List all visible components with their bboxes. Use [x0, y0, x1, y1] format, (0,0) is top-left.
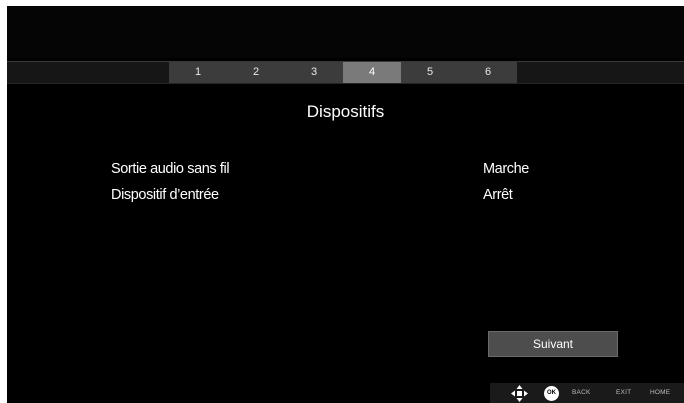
exit-label: EXIT [616, 389, 632, 396]
back-label: BACK [572, 389, 591, 396]
step-bar: 1 2 3 4 5 6 [7, 61, 684, 84]
remote-key-hints: OK BACK EXIT HOME [490, 383, 684, 403]
next-button[interactable]: Suivant [488, 331, 618, 357]
page-title: Dispositifs [306, 102, 385, 121]
setting-value[interactable]: Marche [483, 161, 529, 177]
step-6: 6 [459, 62, 517, 83]
step-2: 2 [227, 62, 285, 83]
ok-button-icon: OK [544, 386, 559, 401]
step-4: 4 [343, 62, 401, 83]
home-label: HOME [650, 389, 671, 396]
dpad-arrows-icon [511, 385, 528, 402]
tv-screen: 1 2 3 4 5 6 Dispositifs Sortie audio san… [7, 6, 684, 403]
step-3: 3 [285, 62, 343, 83]
setting-value[interactable]: Arrêt [483, 187, 513, 203]
step-indicators: 1 2 3 4 5 6 [169, 62, 517, 83]
setting-label: Dispositif d’entrée [111, 187, 219, 203]
top-band [7, 6, 684, 58]
setting-label: Sortie audio sans fil [111, 161, 230, 177]
step-1: 1 [169, 62, 227, 83]
step-5: 5 [401, 62, 459, 83]
